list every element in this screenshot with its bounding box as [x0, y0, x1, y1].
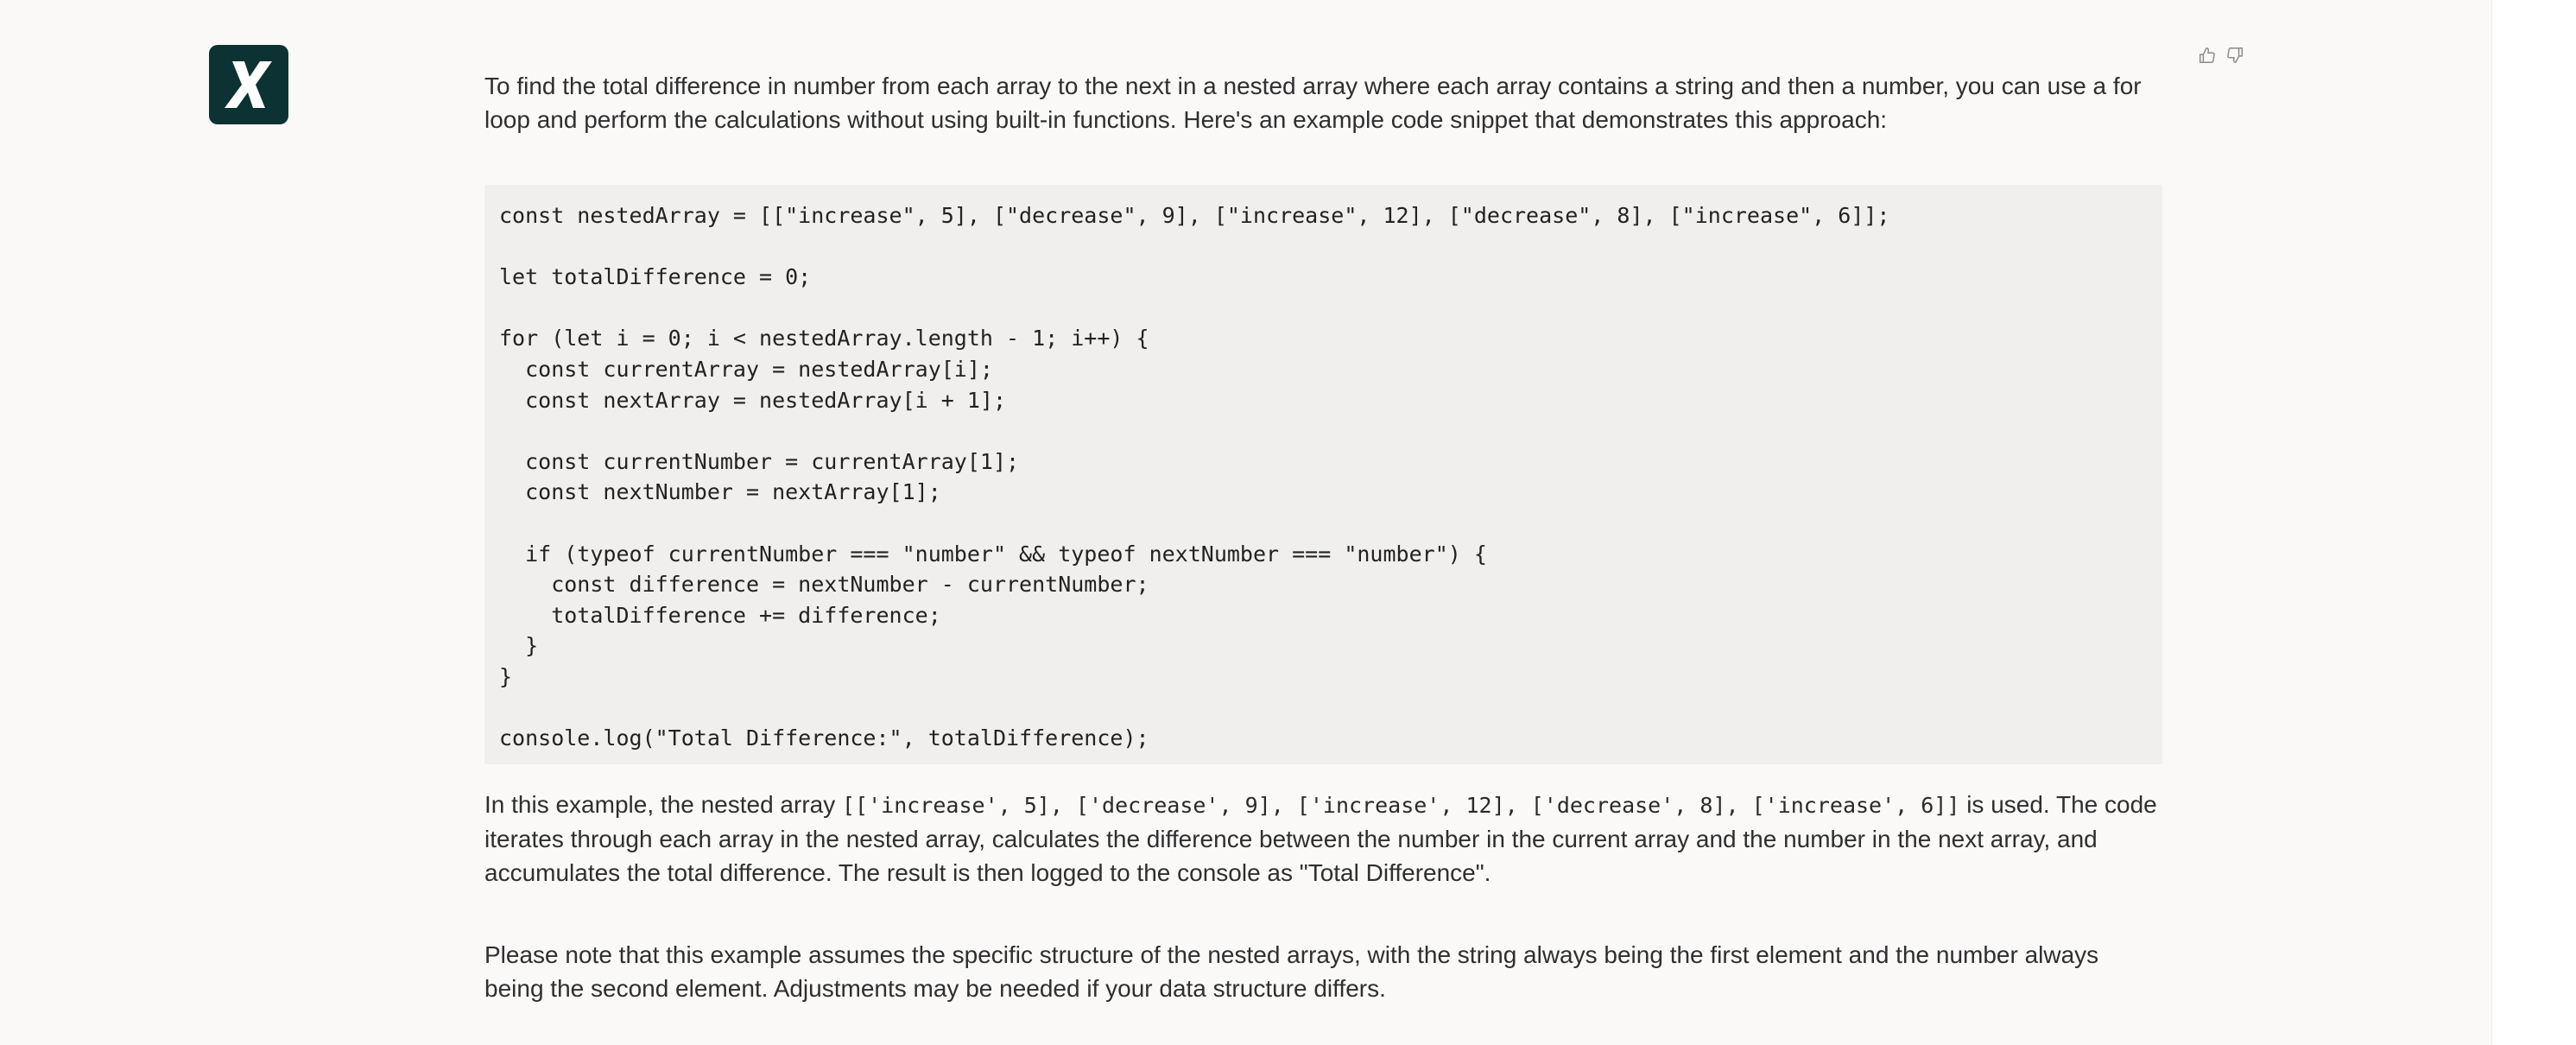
thumbs-down-icon — [2227, 48, 2243, 63]
code-content: const nestedArray = [["increase", 5], ["… — [499, 203, 1890, 751]
code-block: const nestedArray = [["increase", 5], ["… — [484, 185, 2162, 764]
feedback-controls — [2197, 45, 2245, 66]
x-logo-icon — [225, 61, 272, 108]
assistant-message: To find the total difference in number f… — [484, 69, 2162, 1005]
explanation-paragraph: In this example, the nested array [['inc… — [484, 788, 2162, 890]
inline-code: [['increase', 5], ['decrease', 9], ['inc… — [842, 793, 1960, 818]
chat-panel: To find the total difference in number f… — [0, 0, 2492, 1045]
note-paragraph: Please note that this example assumes th… — [484, 941, 2099, 1002]
like-button[interactable] — [2197, 45, 2218, 66]
intro-paragraph: To find the total difference in number f… — [484, 73, 2142, 133]
thumbs-up-icon — [2199, 48, 2215, 63]
explanation-prefix: In this example, the nested array — [484, 791, 842, 818]
dislike-button[interactable] — [2225, 45, 2245, 66]
assistant-avatar — [209, 45, 288, 124]
